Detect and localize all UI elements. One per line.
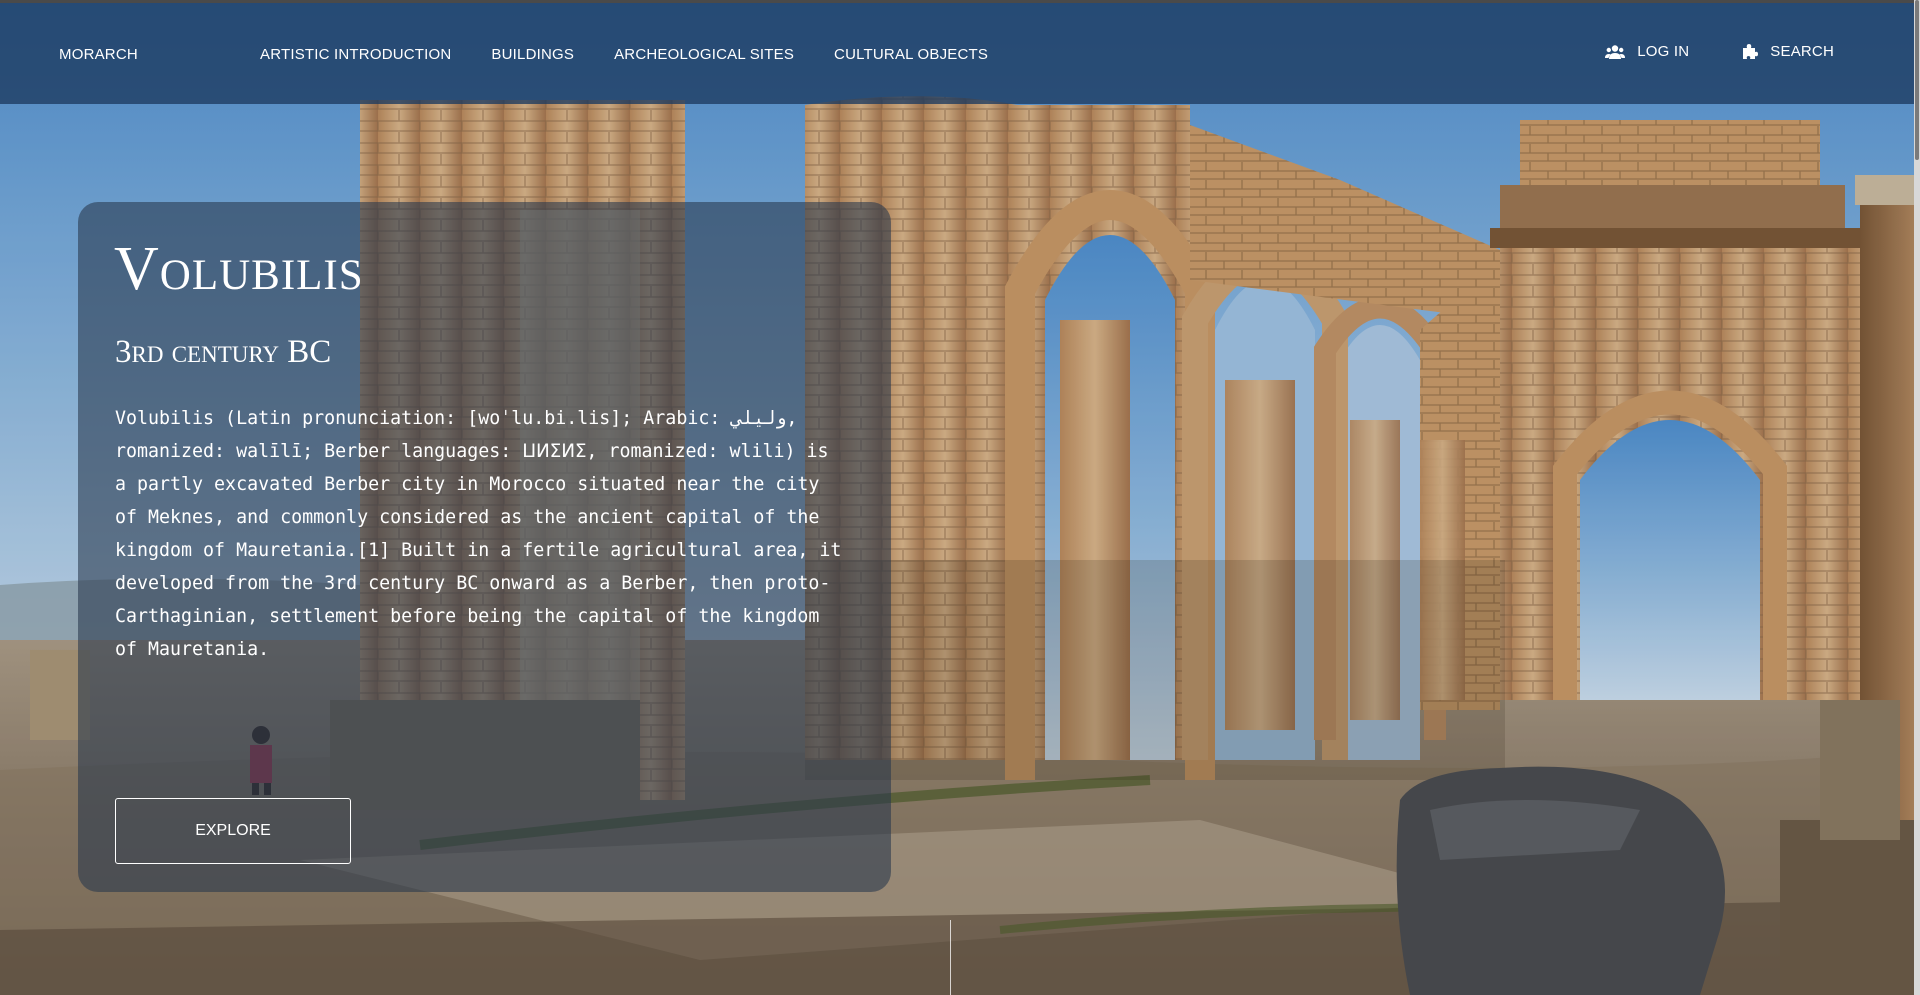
page-scrollbar[interactable] [1914,0,1920,995]
search-button[interactable]: SEARCH [1741,43,1834,60]
site-period: 3rd century BC [115,334,332,370]
site-title: Volubilis [114,235,364,303]
login-label: LOG IN [1637,43,1690,60]
site-description: Volubilis (Latin pronunciation: [woˈlu.b… [115,408,842,660]
scroll-indicator-line [950,920,951,995]
site-info-card: Volubilis 3rd century BC Volubilis (Lati… [78,202,891,892]
brand-logo[interactable]: MORARCH [59,46,138,63]
login-button[interactable]: LOG IN [1605,43,1689,60]
nav-link-buildings[interactable]: BUILDINGS [491,46,574,63]
nav-link-artistic-introduction[interactable]: ARTISTIC INTRODUCTION [260,46,451,63]
users-icon [1605,44,1626,60]
explore-button[interactable]: EXPLORE [115,798,351,864]
search-label: SEARCH [1770,43,1834,60]
top-navigation: MORARCH ARTISTIC INTRODUCTION BUILDINGS … [0,0,1914,104]
hero-section: MORARCH ARTISTIC INTRODUCTION BUILDINGS … [0,0,1920,995]
nav-links: ARTISTIC INTRODUCTION BUILDINGS ARCHEOLO… [260,46,988,63]
scrollbar-thumb[interactable] [1915,0,1919,160]
nav-link-archeological-sites[interactable]: ARCHEOLOGICAL SITES [614,46,794,63]
nav-actions: LOG IN SEARCH [1605,43,1834,60]
puzzle-icon [1741,43,1759,60]
nav-link-cultural-objects[interactable]: CULTURAL OBJECTS [834,46,988,63]
